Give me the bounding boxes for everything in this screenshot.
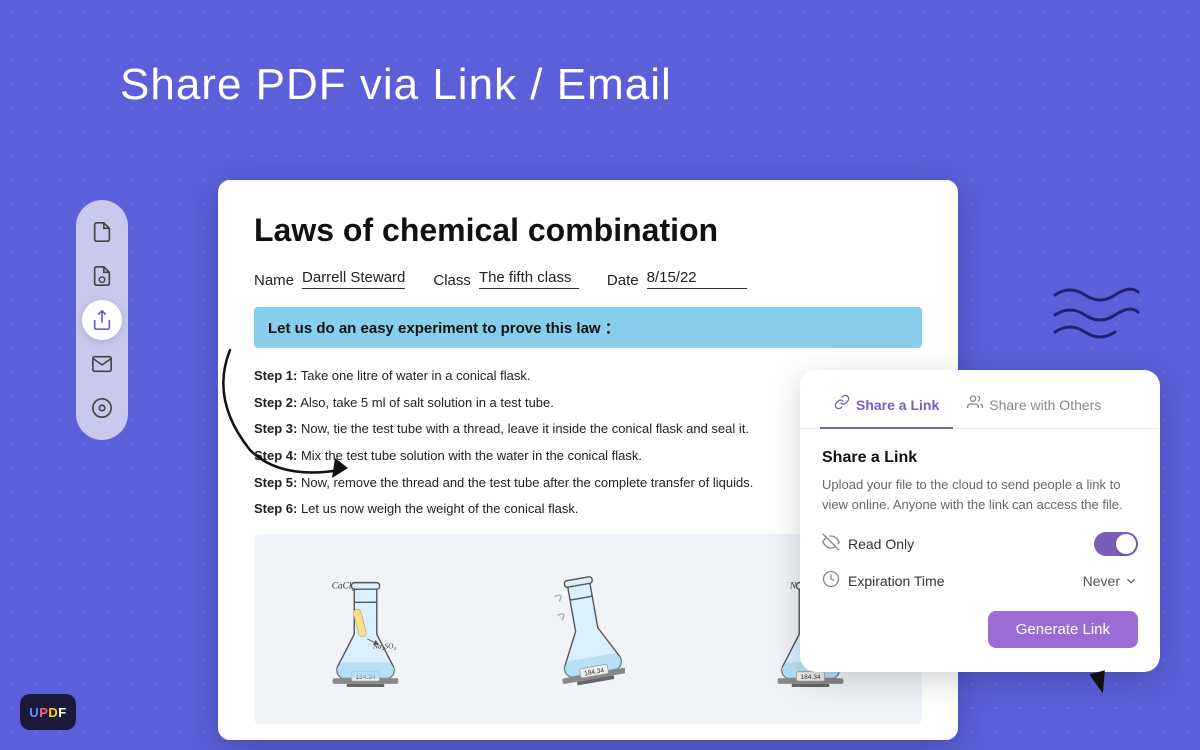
share-panel-body: Share a Link Upload your file to the clo… bbox=[800, 429, 1160, 591]
class-field-group: Class The fifth class bbox=[433, 269, 579, 289]
name-label: Name bbox=[254, 272, 294, 289]
read-only-label: Read Only bbox=[848, 536, 914, 552]
share-panel-tabs: Share a Link Share with Others bbox=[800, 370, 1160, 429]
sidebar bbox=[76, 200, 128, 440]
class-label: Class bbox=[433, 272, 471, 289]
page-title: Share PDF via Link / Email bbox=[120, 60, 672, 110]
flask-2: 184.34 bbox=[550, 567, 625, 692]
date-label: Date bbox=[607, 272, 639, 289]
sidebar-save-btn[interactable] bbox=[82, 388, 122, 428]
page-header: Share PDF via Link / Email bbox=[120, 60, 672, 110]
pdf-title: Laws of chemical combination bbox=[254, 212, 922, 249]
expiry-row: Expiration Time Never bbox=[822, 570, 1138, 591]
read-only-toggle[interactable] bbox=[1094, 532, 1138, 556]
link-icon bbox=[834, 394, 850, 415]
share-panel: Share a Link Share with Others Share a L… bbox=[800, 370, 1160, 672]
class-value: The fifth class bbox=[479, 269, 579, 289]
expiry-label: Expiration Time bbox=[848, 573, 944, 589]
expiry-select[interactable]: Never bbox=[1083, 573, 1138, 589]
cursor-pointer bbox=[1089, 670, 1110, 695]
chevron-down-icon bbox=[1124, 574, 1138, 588]
read-only-icon bbox=[822, 533, 840, 556]
read-only-left: Read Only bbox=[822, 533, 914, 556]
sidebar-file-btn[interactable] bbox=[82, 212, 122, 252]
svg-text:184.34: 184.34 bbox=[801, 674, 821, 681]
sidebar-share-btn[interactable] bbox=[82, 300, 122, 340]
share-link-title: Share a Link bbox=[822, 449, 1138, 467]
people-icon bbox=[967, 394, 983, 415]
share-link-desc: Upload your file to the cloud to send pe… bbox=[822, 475, 1138, 514]
read-only-row: Read Only bbox=[822, 532, 1138, 556]
share-link-tab[interactable]: Share a Link bbox=[820, 386, 953, 429]
name-field-group: Name Darrell Steward bbox=[254, 269, 405, 289]
sidebar-lock-btn[interactable] bbox=[82, 256, 122, 296]
pdf-fields: Name Darrell Steward Class The fifth cla… bbox=[254, 269, 922, 289]
sidebar-email-btn[interactable] bbox=[82, 344, 122, 384]
pdf-highlight-text: Let us do an easy experiment to prove th… bbox=[254, 307, 922, 348]
squiggle-decoration bbox=[1050, 280, 1140, 347]
share-others-tab-label: Share with Others bbox=[989, 397, 1101, 413]
share-others-tab[interactable]: Share with Others bbox=[953, 386, 1115, 429]
expiry-value: Never bbox=[1083, 573, 1120, 589]
updf-logo: UPDF bbox=[20, 694, 76, 730]
date-field-group: Date 8/15/22 bbox=[607, 269, 747, 289]
generate-link-button[interactable]: Generate Link bbox=[988, 611, 1138, 648]
expiry-icon bbox=[822, 570, 840, 591]
share-link-tab-label: Share a Link bbox=[856, 397, 939, 413]
expiry-left: Expiration Time bbox=[822, 570, 944, 591]
name-value: Darrell Steward bbox=[302, 269, 405, 289]
flask-1: CaCl₂ 184.34 Na₂SO₄ bbox=[328, 572, 403, 687]
date-value: 8/15/22 bbox=[647, 269, 747, 289]
